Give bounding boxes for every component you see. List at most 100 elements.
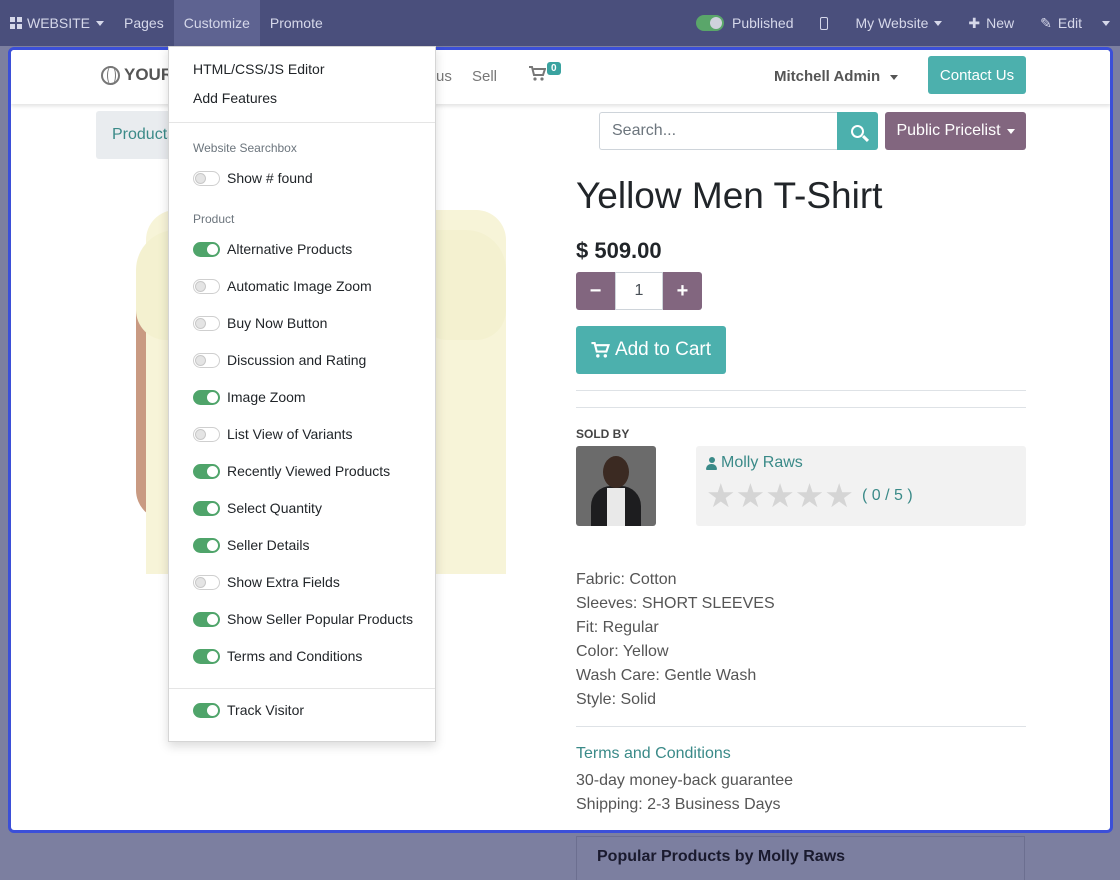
toggle-terms-and-conditions[interactable]: Terms and Conditions <box>193 648 362 664</box>
toggle-switch-icon[interactable] <box>193 352 220 368</box>
quantity-increase-button[interactable]: + <box>663 272 702 310</box>
cart-count-badge: 0 <box>547 62 561 75</box>
mobile-icon <box>819 16 828 30</box>
seller-avatar[interactable] <box>576 446 656 526</box>
new-label: New <box>986 15 1015 31</box>
toggle-switch-icon[interactable] <box>193 426 220 442</box>
seller-card: Molly Raws ★ ★ ★ ★ ★ ( 0 / 5 ) <box>696 446 1026 526</box>
toggle-automatic-image-zoom[interactable]: Automatic Image Zoom <box>193 278 372 294</box>
user-menu[interactable]: Mitchell Admin <box>774 68 899 85</box>
mobile-preview-button[interactable] <box>808 0 846 46</box>
toggle-switch-icon[interactable] <box>193 389 220 405</box>
attribute-line: Style: Solid <box>576 691 657 708</box>
divider <box>576 407 1026 408</box>
cart-link[interactable]: 0 <box>529 62 561 86</box>
toggle-switch-icon[interactable] <box>193 537 220 553</box>
plus-icon: ✚ <box>968 14 981 31</box>
toggle-track-visitor[interactable]: Track Visitor <box>193 702 304 718</box>
published-label: Published <box>732 15 794 31</box>
avatar-head <box>603 456 629 488</box>
caret-down-icon <box>1006 128 1015 134</box>
toggle-label: Buy Now Button <box>227 315 328 331</box>
toggle-alternative-products[interactable]: Alternative Products <box>193 241 352 257</box>
edit-button[interactable]: ✎ Edit <box>1030 0 1096 46</box>
menu-pages[interactable]: Pages <box>114 0 174 46</box>
toggle-image-zoom[interactable]: Image Zoom <box>193 389 306 405</box>
globe-icon <box>101 65 120 85</box>
toggle-list-view-of-variants[interactable]: List View of Variants <box>193 426 353 442</box>
add-to-cart-button[interactable]: Add to Cart <box>576 326 726 374</box>
toggle-label: List View of Variants <box>227 426 353 442</box>
nav-sell[interactable]: Sell <box>472 68 497 85</box>
toggle-discussion-and-rating[interactable]: Discussion and Rating <box>193 352 366 368</box>
website-selector[interactable]: My Website <box>846 0 959 46</box>
menu-item-add-features[interactable]: Add Features <box>193 90 277 106</box>
toggle-show-seller-popular-products[interactable]: Show Seller Popular Products <box>193 611 413 627</box>
more-menu[interactable] <box>1096 0 1120 46</box>
toggle-switch-icon[interactable] <box>193 315 220 331</box>
search-button[interactable] <box>837 112 878 150</box>
caret-down-icon <box>1102 20 1110 26</box>
add-to-cart-label: Add to Cart <box>614 339 712 360</box>
terms-link[interactable]: Terms and Conditions <box>576 745 731 763</box>
toggle-label: Recently Viewed Products <box>227 463 391 479</box>
menu-item-html-editor[interactable]: HTML/CSS/JS Editor <box>193 61 324 77</box>
nav-contact-us[interactable]: us <box>436 68 452 85</box>
divider <box>576 390 1026 391</box>
toggle-switch-icon[interactable] <box>193 574 220 590</box>
terms-line: 30-day money-back guarantee <box>576 772 794 789</box>
toggle-switch-icon[interactable] <box>193 170 220 186</box>
website-app-menu[interactable]: WEBSITE <box>0 0 114 46</box>
toggle-switch-icon[interactable] <box>193 648 220 664</box>
menu-promote[interactable]: Promote <box>260 0 333 46</box>
breadcrumb-products[interactable]: Products <box>112 126 175 143</box>
toggle-label: Discussion and Rating <box>227 352 367 368</box>
caret-down-icon <box>96 20 105 26</box>
site-logo[interactable]: YOUR <box>101 65 173 85</box>
quantity-input[interactable]: 1 <box>615 272 663 310</box>
toggle-switch-icon[interactable] <box>193 463 220 479</box>
toggle-label: Alternative Products <box>227 241 353 257</box>
toggle-select-quantity[interactable]: Select Quantity <box>193 500 322 516</box>
toggle-switch-icon[interactable] <box>193 500 220 516</box>
toggle-switch-icon[interactable] <box>193 611 220 627</box>
new-button[interactable]: ✚ New <box>958 0 1030 46</box>
apps-grid-icon <box>10 17 22 29</box>
star-icon: ★ <box>794 477 825 514</box>
search-input[interactable]: Search... <box>599 112 837 150</box>
user-name: Mitchell Admin <box>774 68 881 85</box>
published-toggle[interactable]: Published <box>686 0 808 46</box>
attribute-line: Fit: Regular <box>576 619 659 636</box>
attribute-line: Fabric: Cotton <box>576 571 677 588</box>
admin-topbar: WEBSITE Pages Customize Promote Publishe… <box>0 0 1120 46</box>
toggle-seller-details[interactable]: Seller Details <box>193 537 309 553</box>
toggle-label: Show Extra Fields <box>227 574 340 590</box>
product-title: Yellow Men T-Shirt <box>576 175 883 216</box>
toggle-switch-icon[interactable] <box>193 241 220 257</box>
customize-dropdown-menu: HTML/CSS/JS Editor Add Features Website … <box>168 46 436 742</box>
popular-products-heading: Popular Products by Molly Raws <box>576 836 1025 880</box>
seller-rating: ★ ★ ★ ★ ★ ( 0 / 5 ) <box>706 479 913 512</box>
star-icon: ★ <box>735 477 766 514</box>
quantity-stepper: − 1 + <box>576 272 702 310</box>
shopping-cart-icon <box>591 342 610 358</box>
toggle-show-extra-fields[interactable]: Show Extra Fields <box>193 574 340 590</box>
terms-details: 30-day money-back guarantee Shipping: 2-… <box>576 769 793 817</box>
product-search: Search... <box>599 112 878 150</box>
toggle-recently-viewed-products[interactable]: Recently Viewed Products <box>193 463 390 479</box>
pricelist-dropdown[interactable]: Public Pricelist <box>885 112 1026 150</box>
sold-by-heading: SOLD BY <box>576 427 630 441</box>
attribute-line: Wash Care: Gentle Wash <box>576 667 757 684</box>
menu-customize[interactable]: Customize <box>173 0 260 46</box>
quantity-decrease-button[interactable]: − <box>576 272 615 310</box>
toggle-switch-icon[interactable] <box>193 278 220 294</box>
toggle-show-found[interactable]: Show # found <box>193 170 313 186</box>
contact-us-button[interactable]: Contact Us <box>928 56 1026 94</box>
toggle-label: Automatic Image Zoom <box>227 278 372 294</box>
toggle-buy-now-button[interactable]: Buy Now Button <box>193 315 327 331</box>
rating-text[interactable]: ( 0 / 5 ) <box>862 487 913 505</box>
section-website-searchbox: Website Searchbox <box>193 141 297 155</box>
toggle-switch-icon[interactable] <box>193 702 220 718</box>
seller-link[interactable]: Molly Raws <box>706 454 803 472</box>
user-icon <box>706 456 717 470</box>
